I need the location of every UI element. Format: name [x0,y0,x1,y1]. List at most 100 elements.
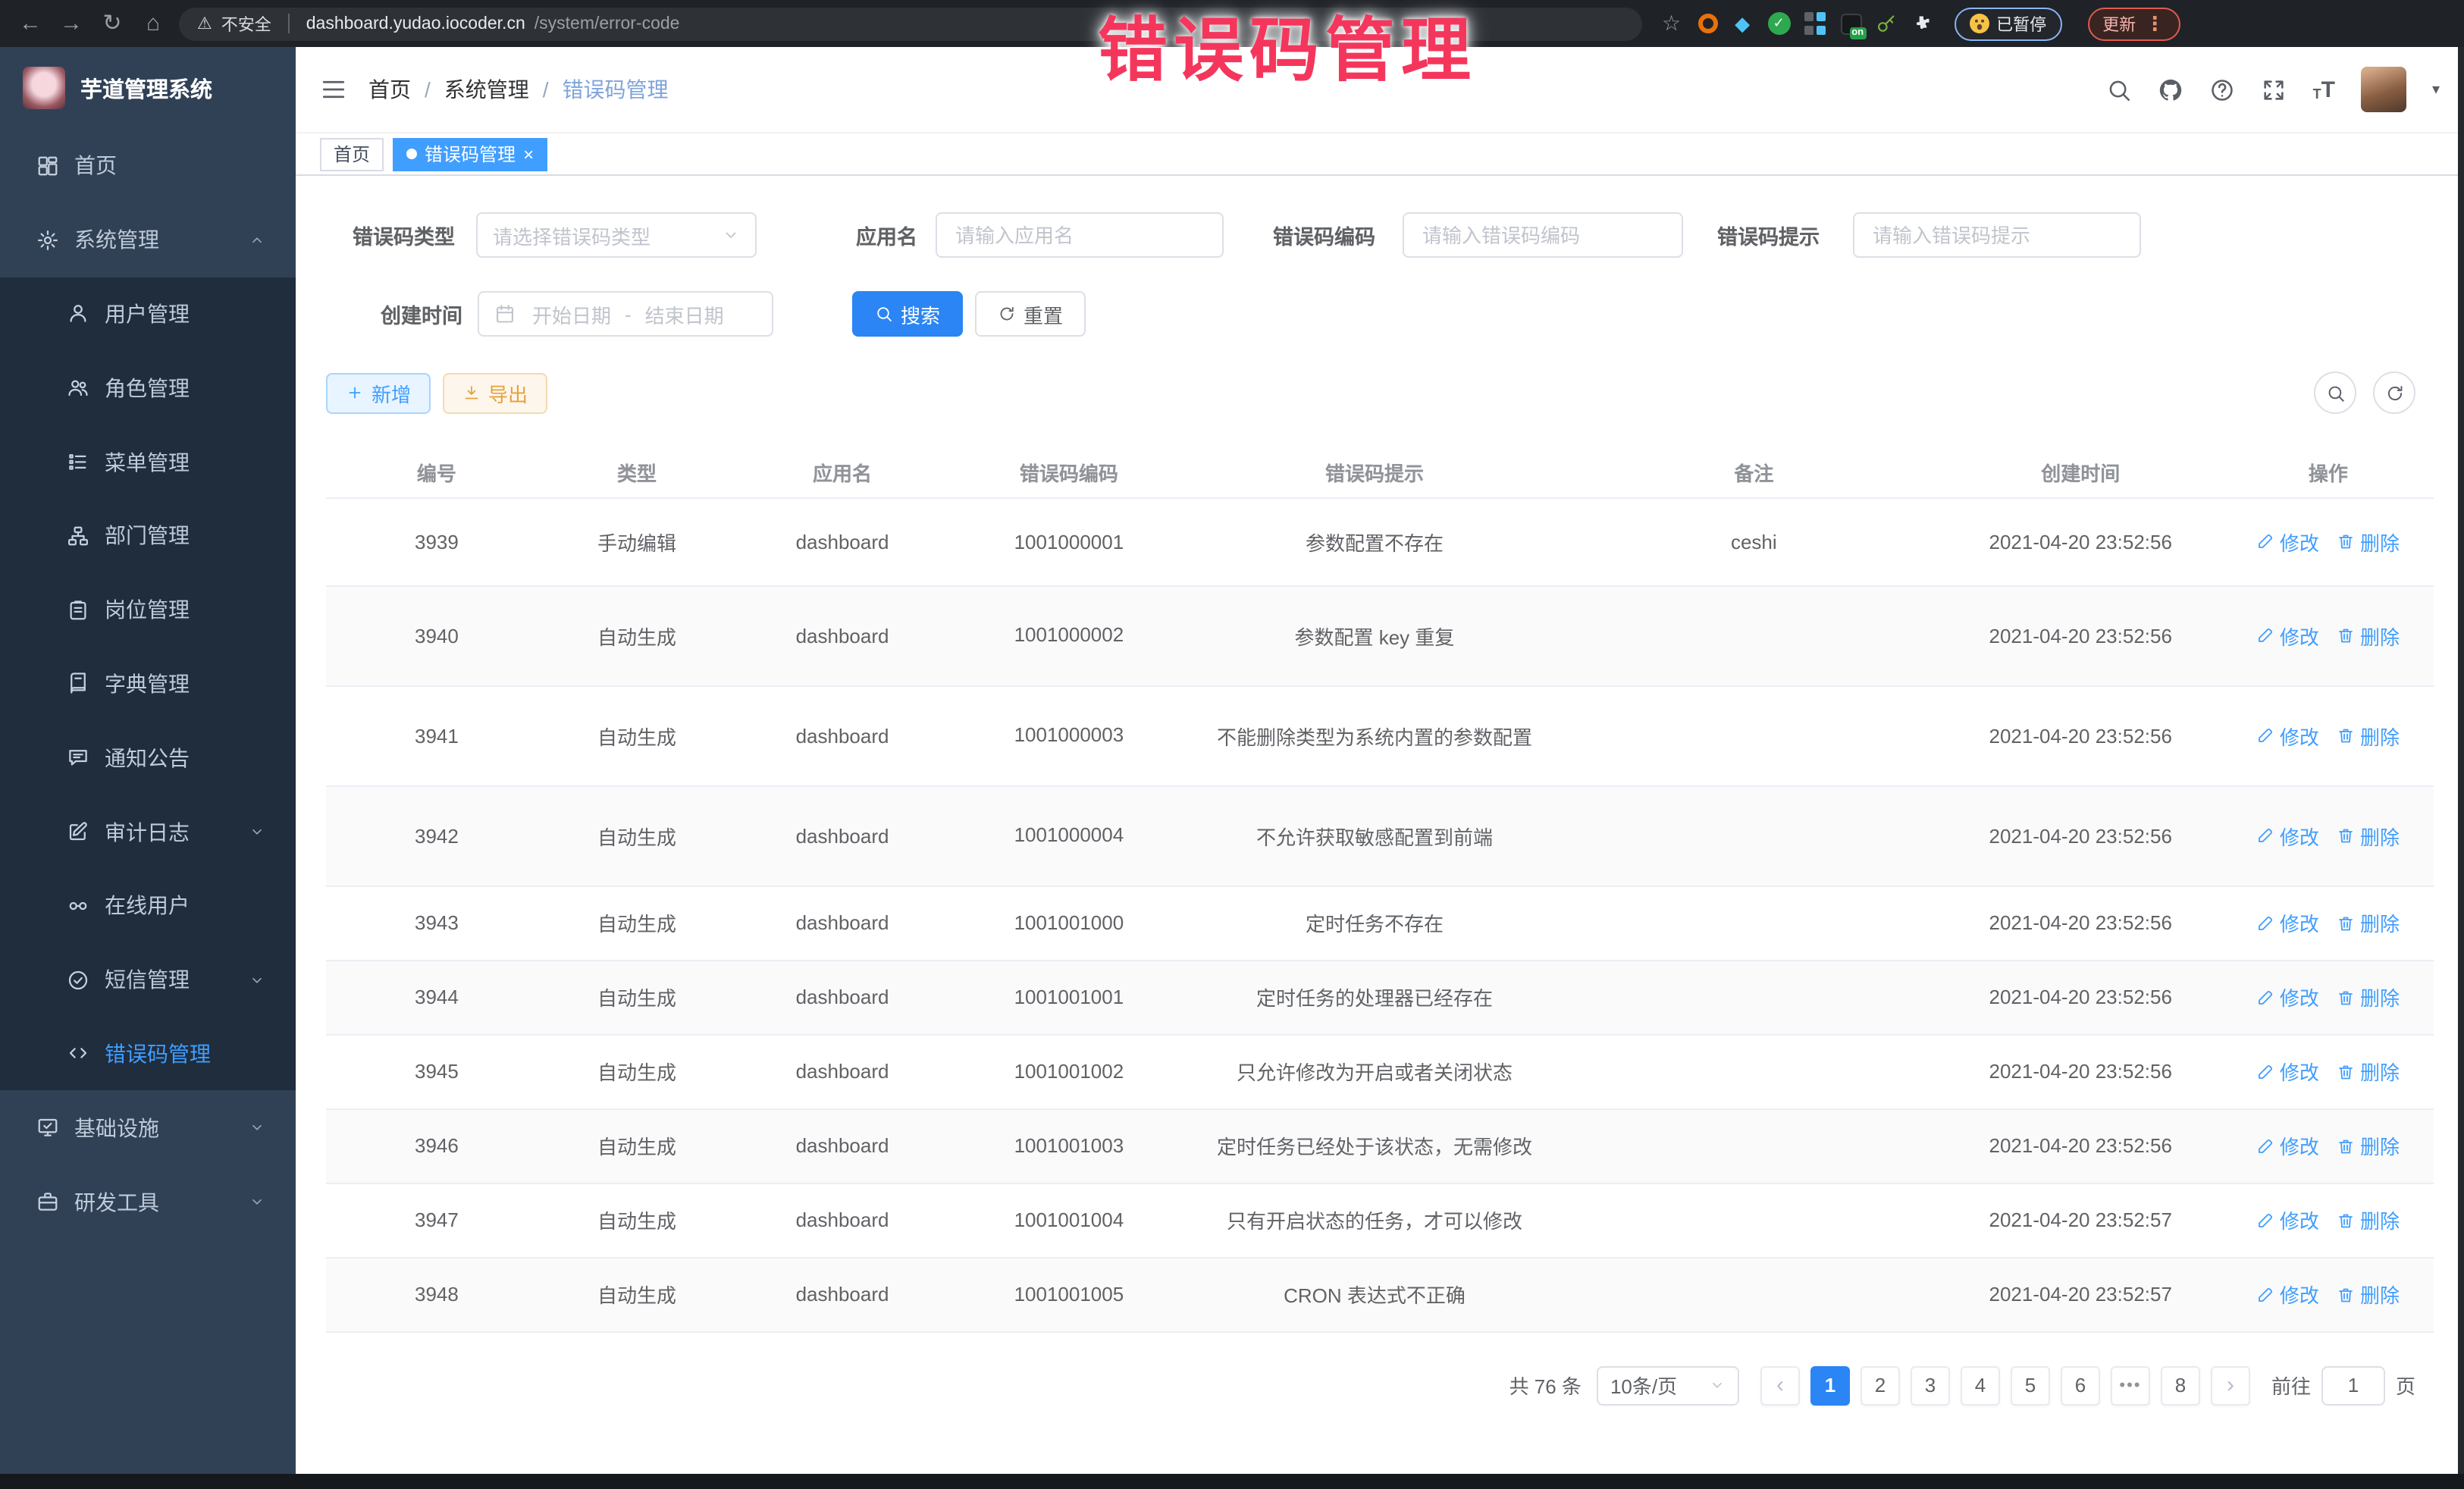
edit-link[interactable]: 修改 [2257,821,2319,850]
app-name-input[interactable] [936,212,1224,258]
edit-link[interactable]: 修改 [2257,1131,2319,1160]
add-button[interactable]: 新增 [326,372,431,413]
edit-link[interactable]: 修改 [2257,1205,2319,1234]
error-code-input[interactable] [1403,212,1683,258]
fullscreen-icon[interactable] [2262,77,2287,102]
extension-icon-orange[interactable] [1698,14,1717,33]
edit-link[interactable]: 修改 [2257,1280,2319,1309]
tab-error-code[interactable]: 错误码管理 × [393,137,547,171]
search-button-label: 搜索 [901,299,940,328]
date-range-picker[interactable]: 开始日期 - 结束日期 [478,291,773,337]
delete-link[interactable]: 删除 [2337,983,2400,1011]
chrome-update-button[interactable]: 更新 ⋮ [2087,7,2180,40]
page-more-button[interactable]: ••• [2111,1365,2150,1405]
cell-app: dashboard [726,1183,958,1257]
delete-link-label: 删除 [2360,621,2400,650]
edit-link[interactable]: 修改 [2257,1057,2319,1086]
sidebar-item-menu[interactable]: 菜单管理 [0,425,296,499]
sidebar-item-infra[interactable]: 基础设施 [0,1091,296,1165]
page-button-6[interactable]: 6 [2061,1365,2100,1405]
sidebar-item-audit[interactable]: 审计日志 [0,795,296,869]
page-button-2[interactable]: 2 [1861,1365,1900,1405]
extension-icon-green-check[interactable]: ✓ [1767,12,1790,35]
edit-link-label: 修改 [2280,983,2319,1011]
delete-link[interactable]: 删除 [2337,908,2400,937]
page-button-1[interactable]: 1 [1810,1365,1850,1405]
github-icon[interactable] [2158,77,2184,102]
end-date-placeholder: 结束日期 [638,299,732,328]
breadcrumb-system[interactable]: 系统管理 [444,74,529,105]
extensions-puzzle-icon[interactable] [1910,13,1931,34]
goto-page-input[interactable] [2321,1365,2385,1405]
delete-link[interactable]: 删除 [2337,1131,2400,1160]
sidebar-item-user[interactable]: 用户管理 [0,277,296,351]
extension-icon-key[interactable] [1875,13,1896,34]
page-button-5[interactable]: 5 [2011,1365,2050,1405]
delete-link[interactable]: 删除 [2337,1280,2400,1309]
edit-link[interactable]: 修改 [2257,527,2319,556]
column-header: 操作 [2223,449,2434,497]
cell-remark [1569,960,1939,1034]
delete-link[interactable]: 删除 [2337,621,2400,650]
next-page-button[interactable]: › [2211,1365,2250,1405]
browser-refresh-icon[interactable]: ↻ [97,0,127,47]
search-icon[interactable] [2107,77,2133,102]
browser-home-icon[interactable]: ⌂ [138,0,168,47]
reset-button[interactable]: 重置 [975,291,1086,337]
delete-link[interactable]: 删除 [2337,821,2400,850]
sidebar-item-devtools[interactable]: 研发工具 [0,1165,296,1239]
prev-page-button[interactable]: ‹ [1760,1365,1800,1405]
profile-paused-pill[interactable]: 已暂停 [1954,7,2061,40]
logo-row[interactable]: 芋道管理系统 [0,47,296,129]
main-area: 首页 / 系统管理 / 错误码管理 TT ▾ [296,47,2464,1474]
error-msg-input[interactable] [1853,212,2141,258]
sidebar-item-home[interactable]: 首页 [0,129,296,203]
toggle-search-button[interactable] [2314,371,2356,414]
edit-link[interactable]: 修改 [2257,908,2319,937]
tab-close-icon[interactable]: × [523,145,534,163]
delete-link[interactable]: 删除 [2337,1205,2400,1234]
browser-back-icon[interactable]: ← [15,0,45,47]
sidebar-item-errcode[interactable]: 错误码管理 [0,1017,296,1091]
delete-link[interactable]: 删除 [2337,527,2400,556]
browser-menu-icon[interactable]: ⋮ [2145,11,2165,36]
edit-link[interactable]: 修改 [2257,721,2319,750]
sidebar-item-role[interactable]: 角色管理 [0,351,296,425]
sidebar-item-dept[interactable]: 部门管理 [0,499,296,573]
edit-icon [2257,914,2275,932]
browser-forward-icon[interactable]: → [56,0,86,47]
extension-icon-grid[interactable] [1804,12,1826,35]
hamburger-icon[interactable] [320,76,347,103]
sidebar-item-sms[interactable]: 短信管理 [0,943,296,1017]
help-icon[interactable] [2210,77,2236,102]
start-date-placeholder: 开始日期 [525,299,619,328]
edit-link[interactable]: 修改 [2257,621,2319,650]
refresh-table-button[interactable] [2373,371,2415,414]
extension-icon-gem[interactable]: ◆ [1731,12,1754,35]
sidebar-item-label: 菜单管理 [105,447,296,477]
delete-icon [2337,532,2356,550]
avatar-caret-down-icon[interactable]: ▾ [2432,81,2440,98]
tab-home[interactable]: 首页 [320,137,384,171]
sidebar-item-online[interactable]: 在线用户 [0,869,296,943]
export-button[interactable]: 导出 [443,372,547,413]
sidebar-item-system[interactable]: 系统管理 [0,203,296,277]
search-button[interactable]: 搜索 [852,291,963,337]
extension-icon-on-badge[interactable]: on [1840,13,1861,34]
page-button-3[interactable]: 3 [1911,1365,1950,1405]
error-type-select[interactable]: 请选择错误码类型 [476,212,757,258]
page-button-8[interactable]: 8 [2161,1365,2200,1405]
breadcrumb-home[interactable]: 首页 [368,74,411,105]
delete-link[interactable]: 删除 [2337,721,2400,750]
sidebar: 芋道管理系统 首页系统管理用户管理角色管理菜单管理部门管理岗位管理字典管理通知公… [0,47,296,1474]
font-size-icon[interactable]: TT [2313,78,2335,101]
bookmark-star-icon[interactable]: ☆ [1662,11,1681,36]
sidebar-item-post[interactable]: 岗位管理 [0,573,296,647]
sidebar-item-dict[interactable]: 字典管理 [0,647,296,721]
delete-link[interactable]: 删除 [2337,1057,2400,1086]
page-button-4[interactable]: 4 [1961,1365,2000,1405]
user-avatar[interactable] [2361,67,2406,112]
page-size-select[interactable]: 10条/页 [1597,1365,1739,1405]
sidebar-item-notice[interactable]: 通知公告 [0,721,296,795]
edit-link[interactable]: 修改 [2257,983,2319,1011]
